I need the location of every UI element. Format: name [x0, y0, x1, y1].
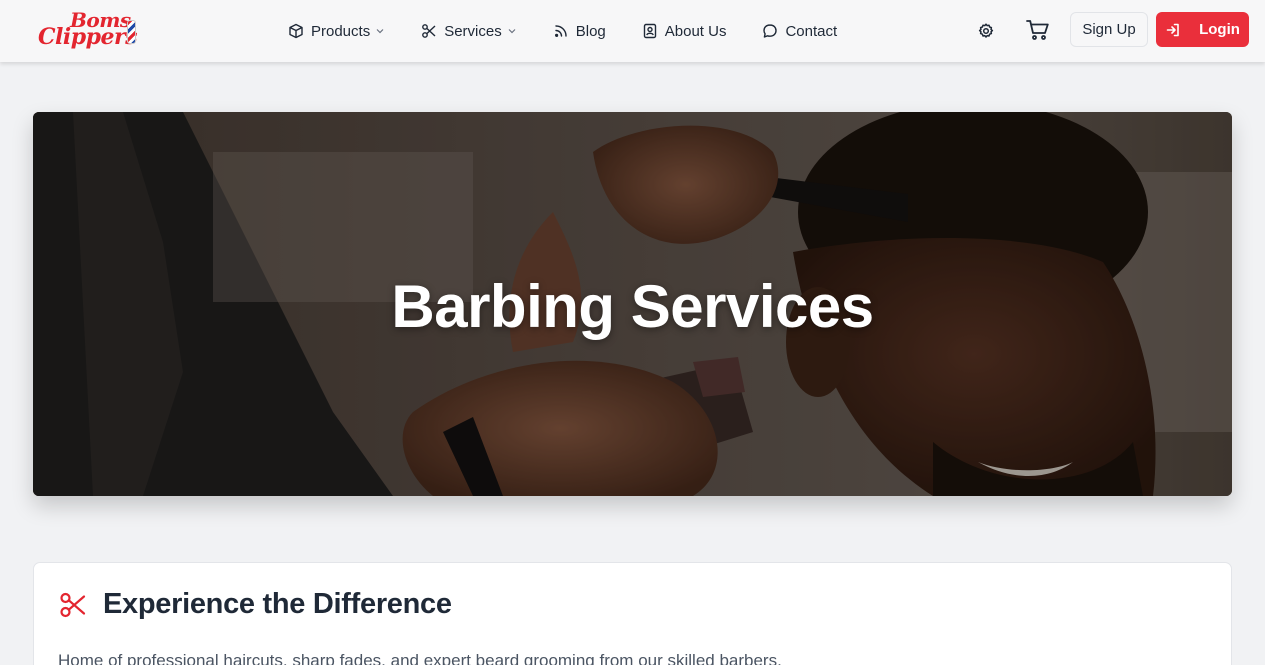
- nav-item-label: Products: [311, 22, 371, 40]
- nav-item-blog[interactable]: Blog: [553, 13, 606, 49]
- nav-item-services[interactable]: Services: [421, 13, 517, 49]
- intro-text: Home of professional haircuts, sharp fad…: [58, 651, 782, 665]
- brand-logo[interactable]: Boms Clippers: [38, 8, 138, 52]
- nav-item-contact[interactable]: Contact: [762, 13, 837, 49]
- login-button-label: Login: [1199, 21, 1240, 38]
- gear-icon: [978, 23, 994, 38]
- settings-button[interactable]: [976, 21, 996, 41]
- nav-item-label: Contact: [785, 22, 838, 40]
- nav-item-label: Services: [444, 22, 502, 40]
- main-nav: Products Services Blog About Us Contact: [288, 0, 837, 62]
- scissors-icon: [421, 23, 437, 39]
- hero-title: Barbing Services: [391, 273, 874, 340]
- nav-item-label: About Us: [664, 22, 727, 40]
- intro-title: Experience the Difference: [103, 588, 452, 620]
- barber-pole-icon: [127, 20, 136, 44]
- chevron-down-icon: [507, 26, 517, 36]
- hero-banner: Barbing Services: [33, 112, 1232, 496]
- rss-icon: [553, 23, 569, 39]
- chevron-down-icon: [375, 26, 385, 36]
- nav-item-about[interactable]: About Us: [642, 13, 727, 49]
- cart-icon: [1026, 20, 1049, 40]
- cart-button[interactable]: [1025, 18, 1051, 42]
- contact-book-icon: [642, 23, 658, 39]
- intro-card: Experience the Difference Home of profes…: [33, 562, 1232, 665]
- chat-bubble-icon: [762, 23, 778, 39]
- login-button[interactable]: Login: [1156, 12, 1249, 47]
- brand-logo-line2: Clippers: [38, 24, 137, 50]
- scissors-icon: [59, 591, 87, 619]
- nav-item-products[interactable]: Products: [288, 13, 385, 49]
- login-arrow-icon: [1165, 22, 1181, 38]
- nav-item-label: Blog: [575, 22, 606, 40]
- box-icon: [288, 23, 304, 39]
- site-header: Boms Clippers Products Services Blog Abo…: [0, 0, 1265, 62]
- signup-button[interactable]: Sign Up: [1070, 12, 1148, 47]
